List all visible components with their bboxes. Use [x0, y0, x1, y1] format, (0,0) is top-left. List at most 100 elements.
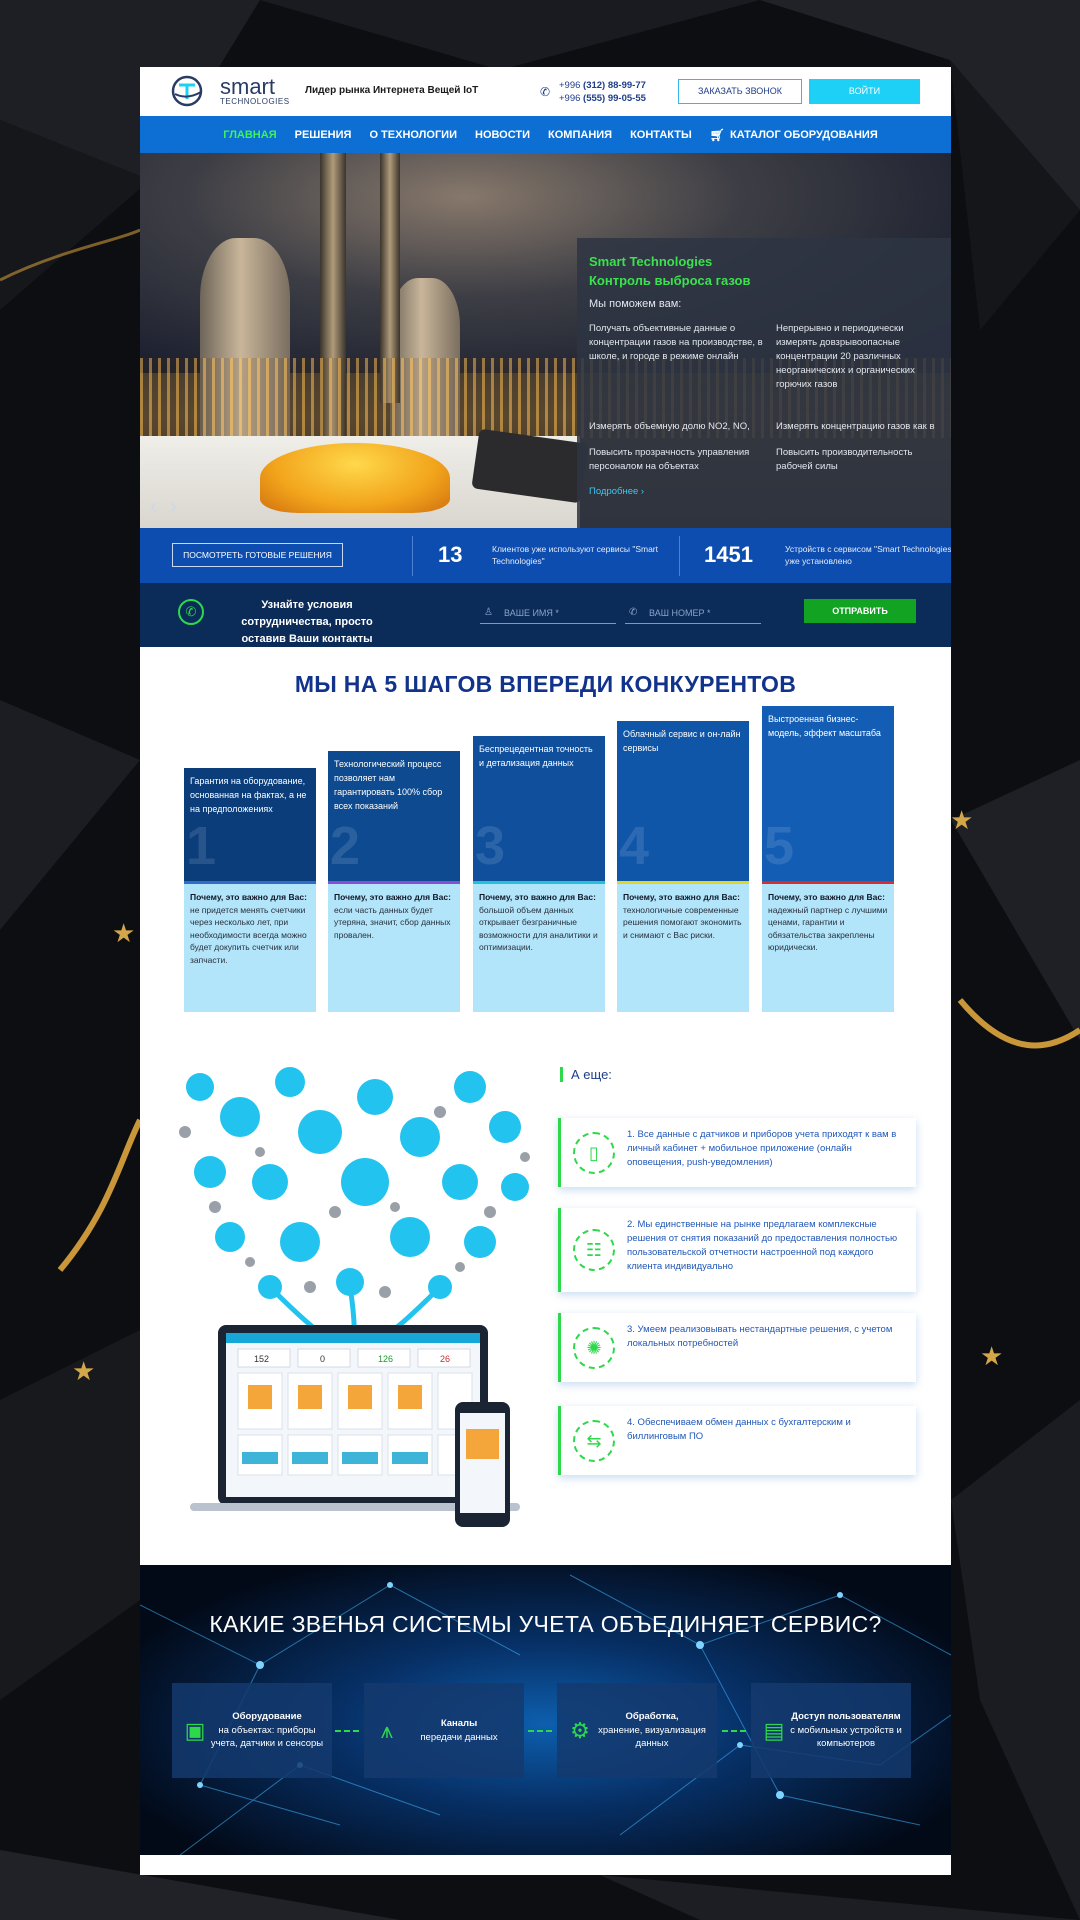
- step-header: 4 Облачный сервис и он-лайн сервисы: [617, 721, 749, 881]
- nav-item-contacts[interactable]: КОНТАКТЫ: [630, 129, 692, 141]
- step-why-label: Почему, это важно для Вас:: [623, 892, 740, 902]
- step-card: 2 Технологический процесс позволяет нам …: [328, 751, 460, 1012]
- steps-row: 1 Гарантия на оборудование, основанная н…: [140, 706, 951, 1012]
- step-header: 1 Гарантия на оборудование, основанная н…: [184, 768, 316, 881]
- card-title: Оборудование: [232, 1711, 302, 1723]
- step-why-text: большой объем данных открывает безгранич…: [479, 904, 598, 953]
- star-icon: ★: [72, 1356, 96, 1386]
- step-why: Почему, это важно для Вас: технологичные…: [617, 884, 749, 1012]
- feature-text: 3. Умеем реализовывать нестандартные реш…: [627, 1324, 893, 1349]
- card-text: на объектах: приборы учета, датчики и се…: [210, 1724, 324, 1750]
- card-title: Доступ пользователям: [791, 1711, 901, 1723]
- processing-icon: ⚙: [570, 1717, 590, 1743]
- step-card: 5 Выстроенная бизнес-модель, эффект масш…: [762, 706, 894, 1012]
- mobile-icon: ▯: [573, 1131, 615, 1174]
- step-why-text: технологичные современные решения помога…: [623, 904, 742, 940]
- antenna-icon: ⩚: [380, 1717, 394, 1743]
- report-icon: ☷: [573, 1229, 615, 1271]
- logo[interactable]: smart TECHNOLOGIES: [170, 75, 290, 107]
- name-field[interactable]: ♙ ВАШЕ ИМЯ *: [480, 603, 616, 624]
- helmet-image: [260, 443, 450, 513]
- nav-item-news[interactable]: НОВОСТИ: [475, 129, 530, 141]
- step-card: 1 Гарантия на оборудование, основанная н…: [184, 768, 316, 1012]
- step-why: Почему, это важно для Вас: если часть да…: [328, 884, 460, 1012]
- hero-benefit: Повысить прозрачность управления персона…: [589, 447, 750, 472]
- devices-text: Устройств с сервисом "Smart Technologies…: [785, 544, 951, 566]
- nav-item-technology[interactable]: О ТЕХНОЛОГИИ: [369, 129, 457, 141]
- logo-name: smart: [220, 74, 275, 99]
- card-title: Каналы: [440, 1718, 478, 1729]
- nav-item-home[interactable]: ГЛАВНАЯ: [223, 129, 276, 141]
- phone-numbers: +996 (312) 88-99-77 +996 (555) 99-05-55: [559, 79, 646, 105]
- step-title: Выстроенная бизнес-модель, эффект масшта…: [768, 714, 881, 738]
- dashboard-value-2: 0: [320, 1354, 325, 1364]
- contact-text: Узнайте условия сотрудничества, просто о…: [241, 599, 373, 645]
- view-solutions-button[interactable]: ПОСМОТРЕТЬ ГОТОВЫЕ РЕШЕНИЯ: [172, 543, 343, 567]
- step-number: 2: [330, 816, 361, 876]
- step-number: 4: [619, 816, 650, 876]
- step-why-text: надежный партнер с лучшими ценами, гаран…: [768, 904, 888, 953]
- order-call-button[interactable]: ЗАКАЗАТЬ ЗВОНОК: [678, 79, 802, 104]
- bulb-icon: ✺: [573, 1326, 615, 1369]
- chevron-left-icon[interactable]: ‹: [150, 493, 157, 518]
- nav-item-catalog[interactable]: КАТАЛОГ ОБОРУДОВАНИЯ: [730, 129, 878, 141]
- phone-field[interactable]: ✆ ВАШ НОМЕР *: [625, 603, 761, 624]
- feature-item: ☷ 2. Мы единственные на рынке предлагаем…: [558, 1208, 916, 1292]
- hero-benefits: Получать объективные данные о концентрац…: [589, 322, 939, 486]
- system-link-card: ⩚ Каналы передачи данных: [364, 1683, 524, 1778]
- nav-item-company[interactable]: КОМПАНИЯ: [548, 129, 612, 141]
- step-card: 4 Облачный сервис и он-лайн сервисы Поче…: [617, 721, 749, 1012]
- step-number: 3: [475, 816, 506, 876]
- contact-form: ✆ Узнайте условия сотрудничества, просто…: [140, 583, 951, 647]
- page: smart TECHNOLOGIES Лидер рынка Интернета…: [140, 67, 951, 1875]
- phone-prefix: +996: [559, 80, 581, 91]
- feature-item: ✺ 3. Умеем реализовывать нестандартные р…: [558, 1313, 916, 1382]
- step-why-text: если часть данных будет утеряна, значит,…: [334, 904, 451, 940]
- more-link[interactable]: Подробнее ›: [589, 486, 939, 497]
- send-button[interactable]: ОТПРАВИТЬ: [804, 599, 916, 623]
- slider-arrows: ‹ ›: [150, 493, 177, 519]
- chevron-right-icon[interactable]: ›: [170, 493, 177, 518]
- connector: [528, 1730, 552, 1732]
- phone-number-1[interactable]: (312) 88-99-77: [583, 80, 646, 91]
- hero-banner: ‹ › Smart Technologies Контроль выброса …: [140, 153, 951, 528]
- step-why-text: не придется менять счетчики через нескол…: [190, 904, 307, 965]
- hero-title-line2: Контроль выброса газов: [589, 273, 751, 288]
- phone-number-2[interactable]: (555) 99-05-55: [583, 93, 646, 104]
- connector: [335, 1730, 359, 1732]
- hero-benefit: Получать объективные данные о концентрац…: [589, 323, 763, 362]
- features-title: А еще:: [560, 1067, 612, 1082]
- logo-icon: [170, 75, 216, 107]
- header: smart TECHNOLOGIES Лидер рынка Интернета…: [140, 67, 951, 116]
- hero-title-line1: Smart Technologies: [589, 254, 713, 269]
- feature-text: 1. Все данные с датчиков и приборов учет…: [627, 1129, 897, 1168]
- step-why: Почему, это важно для Вас: надежный парт…: [762, 884, 894, 1012]
- tagline: Лидер рынка Интернета Вещей IoT: [305, 85, 479, 96]
- divider: [679, 536, 680, 576]
- cart-icon: 🛒︎: [709, 127, 725, 142]
- step-why-label: Почему, это важно для Вас:: [768, 892, 885, 902]
- phone-icon: ✆: [629, 607, 638, 618]
- more-link-label: Подробнее: [589, 486, 639, 497]
- step-why: Почему, это важно для Вас: большой объем…: [473, 884, 605, 1012]
- dashboard-value-1: 152: [254, 1354, 269, 1364]
- login-button[interactable]: ВОЙТИ: [809, 79, 920, 104]
- phone-icon: ✆: [540, 85, 551, 99]
- equipment-icon: ▣: [184, 1717, 206, 1743]
- star-icon: ★: [112, 918, 136, 948]
- star-icon: ★: [980, 1341, 1004, 1371]
- devices-icon: ▤: [763, 1717, 785, 1743]
- step-why: Почему, это важно для Вас: не придется м…: [184, 884, 316, 1012]
- logo-subtitle: TECHNOLOGIES: [220, 97, 290, 106]
- nav-item-solutions[interactable]: РЕШЕНИЯ: [295, 129, 352, 141]
- hero-benefit: Повысить производительность рабочей силы: [776, 447, 913, 472]
- feature-item: ▯ 1. Все данные с датчиков и приборов уч…: [558, 1118, 916, 1187]
- connector: [722, 1730, 746, 1732]
- step-number: 5: [764, 816, 795, 876]
- step-title: Беспрецедентная точность и детализация д…: [479, 744, 593, 768]
- phone-prefix: +996: [559, 93, 581, 104]
- dashboard-value-4: 26: [440, 1354, 450, 1364]
- step-why-label: Почему, это важно для Вас:: [479, 892, 596, 902]
- hero-subtitle: Мы поможем вам:: [589, 298, 682, 310]
- dashboard-value-3: 126: [378, 1354, 393, 1364]
